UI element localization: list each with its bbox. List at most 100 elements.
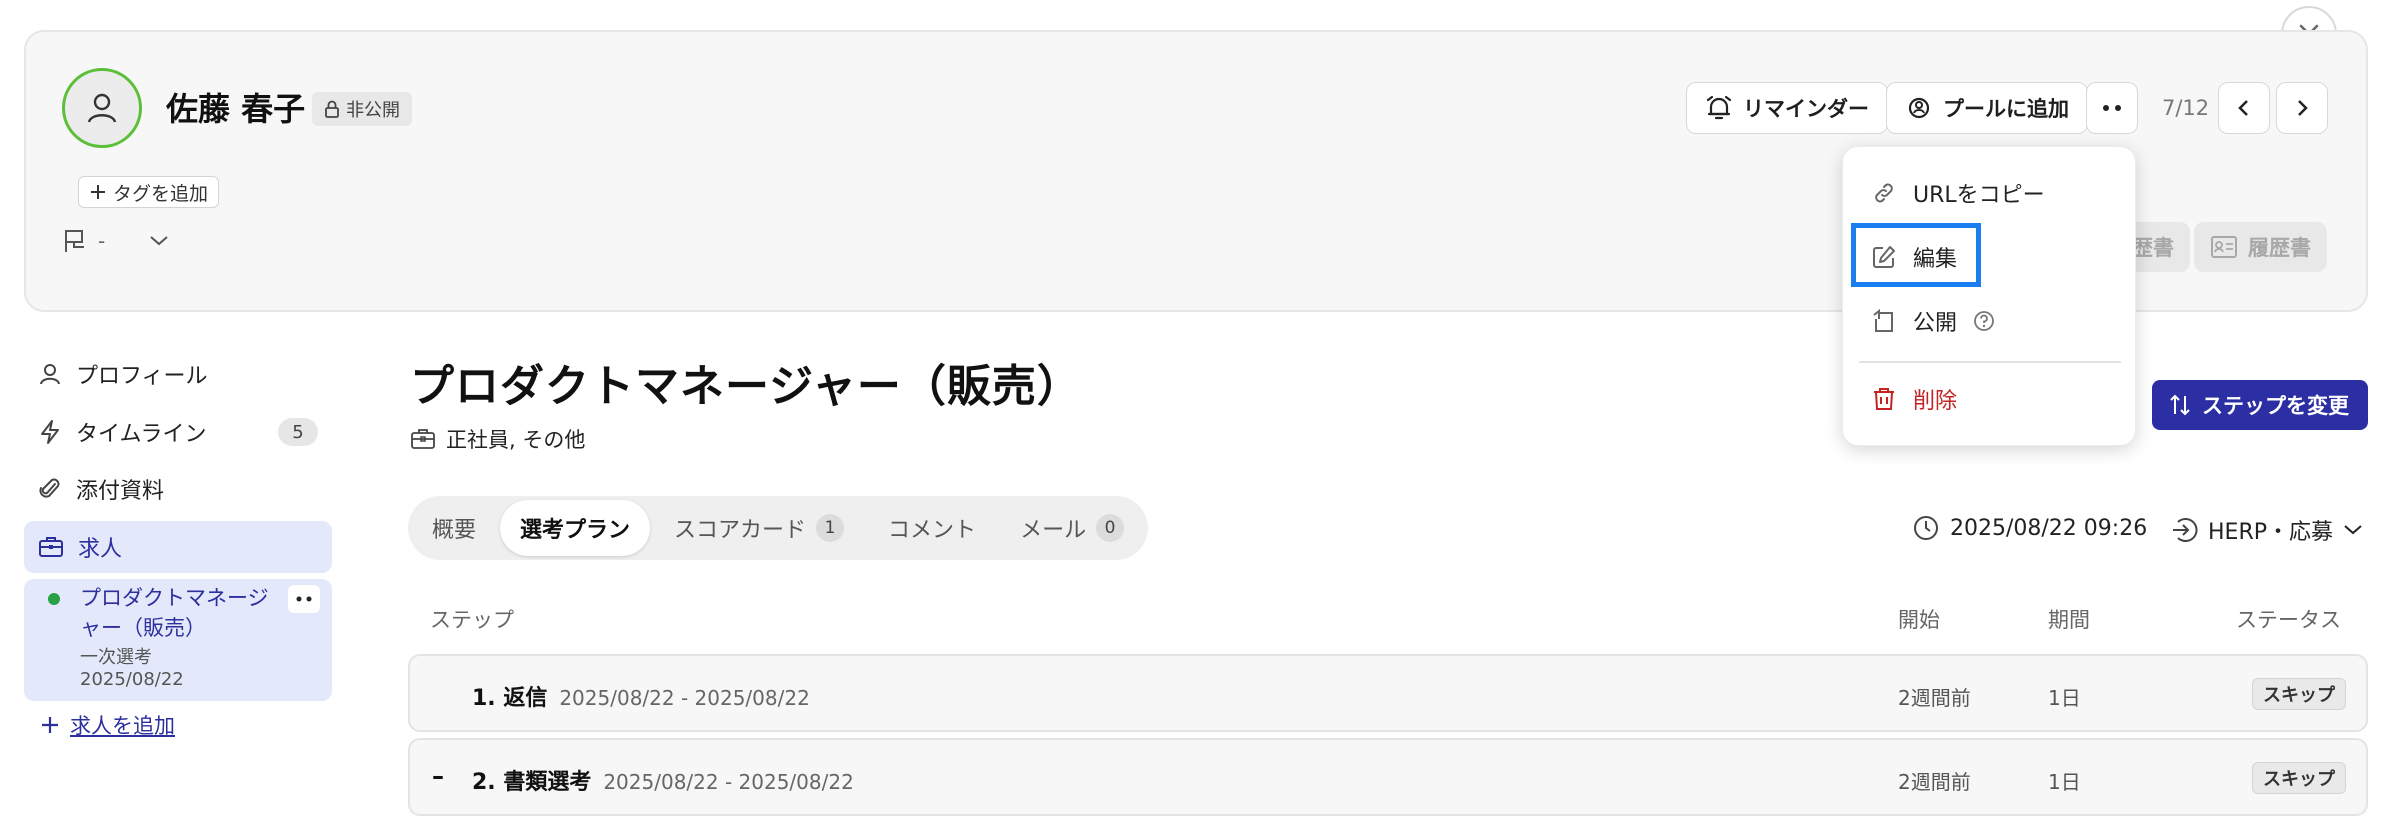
sidebar-job-card[interactable]: プロダクトマネージャー（販売） 一次選考 2025/08/22 bbox=[24, 579, 332, 701]
step-name: 2. 書類選考 2025/08/22 - 2025/08/22 bbox=[472, 764, 854, 796]
sign-in-icon bbox=[2173, 518, 2198, 542]
plus-icon bbox=[42, 717, 58, 733]
add-job-label: 求人を追加 bbox=[70, 714, 175, 738]
status-badge: スキップ bbox=[2252, 678, 2346, 710]
step-period: 1日 bbox=[2048, 770, 2081, 794]
link-icon bbox=[1875, 183, 1893, 203]
user-icon bbox=[87, 93, 117, 123]
visibility-label: 非公開 bbox=[346, 100, 400, 121]
sidebar-item-jobs[interactable]: 求人 bbox=[24, 521, 332, 573]
add-job-link[interactable]: 求人を追加 bbox=[40, 710, 175, 740]
step-title: 1. 返信 bbox=[472, 686, 548, 711]
source-selector[interactable]: HERP・応募 bbox=[2170, 514, 2363, 546]
chevron-left-icon bbox=[2238, 100, 2248, 116]
tab-mail[interactable]: メール 0 bbox=[1000, 500, 1144, 556]
cv-label: 履歴書 bbox=[2248, 236, 2311, 260]
tab-selection-plan[interactable]: 選考プラン bbox=[500, 500, 651, 556]
status-badge: スキップ bbox=[2252, 762, 2346, 794]
pool-label: プールに追加 bbox=[1943, 97, 2069, 121]
employment-type: 正社員, その他 bbox=[410, 424, 585, 454]
sidebar-item-attachments[interactable]: 添付資料 bbox=[24, 463, 332, 515]
sidebar-item-label: 添付資料 bbox=[76, 479, 165, 504]
trash-icon bbox=[1874, 388, 1894, 410]
table-row[interactable]: – 2. 書類選考 2025/08/22 - 2025/08/22 2週間前 1… bbox=[408, 738, 2368, 816]
column-header-period: 期間 bbox=[2048, 608, 2090, 632]
flag-value: - bbox=[98, 229, 106, 253]
column-header-status: ステータス bbox=[2236, 608, 2341, 632]
previous-candidate-button[interactable] bbox=[2218, 82, 2270, 134]
step-range: 2025/08/22 - 2025/08/22 bbox=[559, 686, 810, 710]
sidebar-item-label: プロフィール bbox=[76, 364, 208, 389]
alarm-icon bbox=[1706, 95, 1732, 120]
scorecard-count-badge: 1 bbox=[816, 514, 845, 542]
job-more-button[interactable] bbox=[288, 585, 320, 613]
publish-icon bbox=[1873, 308, 1893, 332]
chevron-down-icon bbox=[150, 236, 168, 246]
chevron-right-icon bbox=[2298, 100, 2308, 116]
user-icon bbox=[40, 364, 60, 385]
sidebar-item-label: タイムライン bbox=[76, 422, 207, 447]
step-start: 2週間前 bbox=[1898, 770, 1971, 794]
resume-label: 歴書 bbox=[2132, 236, 2174, 260]
mail-count-badge: 0 bbox=[1096, 514, 1125, 542]
page-title: プロダクトマネージャー（販売） bbox=[410, 361, 1082, 412]
sort-arrows-icon bbox=[2170, 394, 2190, 416]
sidebar-item-label: 求人 bbox=[78, 537, 123, 562]
job-date: 2025/08/22 bbox=[80, 669, 184, 690]
timeline-count-badge: 5 bbox=[278, 418, 318, 446]
column-header-start: 開始 bbox=[1898, 608, 1940, 632]
visibility-badge: 非公開 bbox=[312, 92, 412, 126]
tab-comment[interactable]: コメント bbox=[868, 500, 996, 556]
chevron-down-icon bbox=[2344, 525, 2362, 535]
source-value: HERP・応募 bbox=[2208, 520, 2333, 545]
plus-icon bbox=[91, 185, 105, 199]
step-period: 1日 bbox=[2048, 686, 2081, 710]
tab-overview[interactable]: 概要 bbox=[412, 500, 496, 556]
menu-item-label: URLをコピー bbox=[1913, 183, 2045, 208]
add-to-pool-button[interactable]: プールに追加 bbox=[1886, 82, 2088, 134]
menu-item-label: 公開 bbox=[1913, 311, 1958, 336]
change-step-button[interactable]: ステップを変更 bbox=[2152, 380, 2368, 430]
menu-divider bbox=[1859, 361, 2121, 363]
next-candidate-button[interactable] bbox=[2276, 82, 2328, 134]
job-title: プロダクトマネージャー（販売） bbox=[80, 586, 269, 640]
menu-item-publish[interactable]: 公開 bbox=[1871, 305, 1995, 337]
more-actions-button[interactable] bbox=[2086, 82, 2138, 134]
clock-icon bbox=[1914, 516, 1938, 540]
step-name: 1. 返信 2025/08/22 - 2025/08/22 bbox=[472, 680, 810, 712]
menu-item-delete[interactable]: 削除 bbox=[1871, 383, 1957, 415]
tab-scorecard[interactable]: スコアカード 1 bbox=[654, 500, 864, 556]
more-icon bbox=[296, 596, 312, 602]
tab-bar: 概要 選考プラン スコアカード 1 コメント メール 0 bbox=[408, 496, 1149, 560]
id-card-icon bbox=[2211, 236, 2237, 258]
job-stage: 一次選考 bbox=[80, 647, 152, 668]
add-tag-label: タグを追加 bbox=[113, 182, 209, 205]
table-row[interactable]: 1. 返信 2025/08/22 - 2025/08/22 2週間前 1日 スキ… bbox=[408, 654, 2368, 732]
lightning-icon bbox=[41, 420, 59, 444]
avatar bbox=[62, 68, 142, 148]
cv-button[interactable]: 履歴書 bbox=[2194, 222, 2327, 272]
tab-label: コメント bbox=[888, 518, 977, 543]
add-tag-button[interactable]: タグを追加 bbox=[78, 176, 220, 208]
collapse-icon[interactable]: – bbox=[432, 762, 444, 790]
flag-icon bbox=[65, 230, 84, 252]
step-title: 2. 書類選考 bbox=[472, 770, 592, 795]
candidate-name: 佐藤 春子 bbox=[166, 90, 306, 128]
reminder-button[interactable]: リマインダー bbox=[1686, 82, 1888, 134]
flag-selector[interactable]: - bbox=[62, 228, 169, 254]
step-range: 2025/08/22 - 2025/08/22 bbox=[603, 770, 854, 794]
tab-label: 選考プラン bbox=[520, 518, 631, 543]
edit-highlight-box bbox=[1851, 223, 1981, 287]
sidebar-item-timeline[interactable]: タイムライン 5 bbox=[24, 406, 332, 458]
more-actions-menu: URLをコピー 編集 公開 削除 bbox=[1842, 146, 2136, 446]
sidebar-item-profile[interactable]: プロフィール bbox=[24, 348, 332, 400]
tab-label: スコアカード bbox=[674, 518, 807, 543]
job-status-dot bbox=[48, 593, 60, 605]
menu-item-label: 削除 bbox=[1913, 389, 1958, 414]
reminder-label: リマインダー bbox=[1743, 97, 1869, 121]
menu-item-copy-url[interactable]: URLをコピー bbox=[1871, 177, 2045, 209]
more-icon bbox=[2103, 105, 2121, 111]
employment-type-label: 正社員, その他 bbox=[446, 428, 586, 452]
pager-indicator: 7/12 bbox=[2162, 96, 2210, 120]
column-header-step: ステップ bbox=[430, 608, 514, 632]
